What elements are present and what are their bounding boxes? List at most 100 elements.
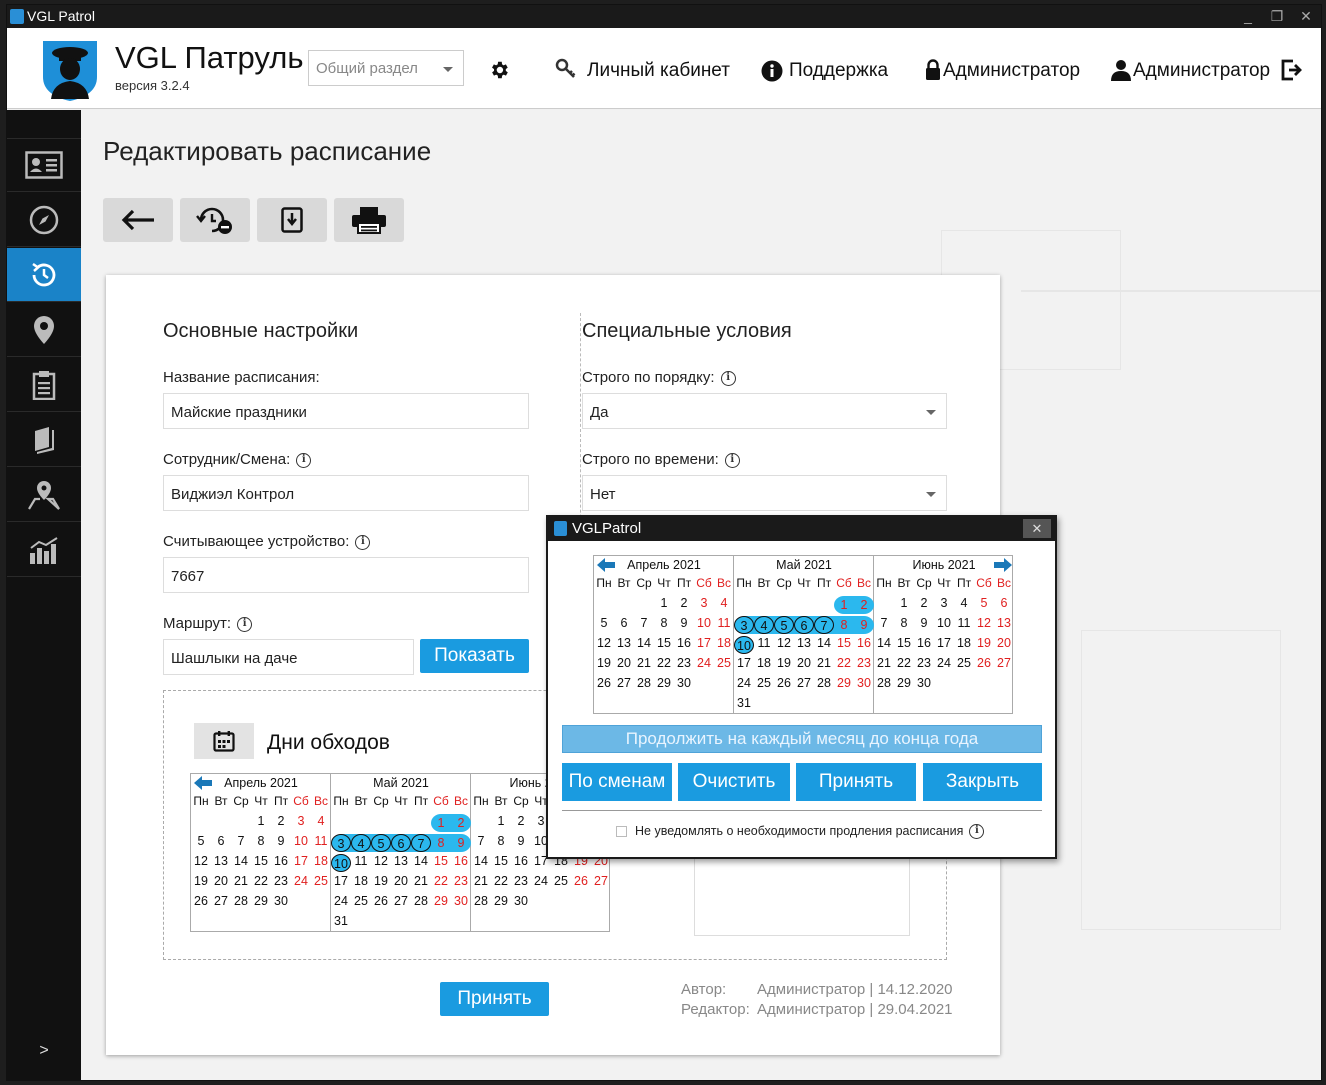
calendar-day[interactable]: 30 [511,894,531,908]
calendar-day[interactable]: 23 [511,874,531,888]
calendar-day[interactable]: 2 [854,596,874,614]
calendar-day[interactable]: 22 [834,656,854,670]
calendar-day[interactable]: 19 [974,636,994,650]
calendar-day[interactable]: 26 [974,656,994,670]
calendar-day[interactable]: 20 [794,656,814,670]
calendar-day[interactable]: 3 [734,616,754,634]
calendar-day[interactable]: 20 [391,874,411,888]
calendar-day[interactable]: 16 [914,636,934,650]
calendar-day[interactable]: 1 [894,596,914,610]
show-route-button[interactable]: Показать [420,639,529,673]
print-button[interactable] [334,198,404,242]
accept-button[interactable]: Принять [440,982,549,1016]
calendar-day[interactable]: 26 [594,676,614,690]
calendar-day[interactable]: 15 [431,854,451,868]
calendar-day[interactable]: 29 [251,894,271,908]
calendar-day[interactable]: 28 [634,676,654,690]
gear-icon[interactable] [488,59,510,81]
calendar-day[interactable]: 16 [854,636,874,650]
calendar-day[interactable]: 6 [211,834,231,848]
calendar-day[interactable]: 10 [934,616,954,630]
calendar-day[interactable]: 6 [614,616,634,630]
calendar-day[interactable]: 8 [431,834,451,852]
sidebar-item-reports[interactable] [7,358,81,412]
calendar-day[interactable]: 21 [634,656,654,670]
calendar-day[interactable]: 17 [331,874,351,888]
calendar-day[interactable]: 23 [854,656,874,670]
calendar-day[interactable]: 31 [734,696,754,710]
calendar-day[interactable]: 23 [271,874,291,888]
calendar-day[interactable]: 3 [291,814,311,828]
calendar-day[interactable]: 5 [594,616,614,630]
calendar-day[interactable]: 14 [814,636,834,650]
calendar-day[interactable]: 21 [814,656,834,670]
calendar-day[interactable]: 4 [714,596,734,610]
calendar-day[interactable]: 9 [674,616,694,630]
prev-month-arrow-icon[interactable] [194,776,212,795]
calendar-day[interactable]: 20 [211,874,231,888]
support-link[interactable]: Поддержка [789,60,888,82]
schedule-name-input[interactable]: Майские праздники [163,393,529,429]
dialog-close-button[interactable]: ✕ [1023,519,1051,538]
calendar-day[interactable]: 2 [451,814,471,832]
calendar-day[interactable]: 21 [231,874,251,888]
calendar-day[interactable]: 3 [694,596,714,610]
dialog-accept-button[interactable]: Принять [796,763,916,801]
calendar-day[interactable]: 15 [834,636,854,650]
calendar-day[interactable]: 11 [754,636,774,650]
logout-icon[interactable] [1281,59,1302,81]
calendar-day[interactable]: 21 [471,874,491,888]
calendar-day[interactable]: 29 [431,894,451,908]
sidebar-item-locations[interactable] [7,303,81,357]
calendar-day[interactable]: 24 [291,874,311,888]
calendar-day[interactable]: 4 [754,616,774,634]
calendar-day[interactable]: 6 [391,834,411,852]
calendar-day[interactable]: 7 [874,616,894,630]
calendar-day[interactable]: 19 [774,656,794,670]
sidebar-item-map[interactable] [7,468,81,522]
calendar-day[interactable]: 15 [491,854,511,868]
calendar-day[interactable]: 14 [411,854,431,868]
calendar-day[interactable]: 2 [914,596,934,610]
calendar-day[interactable]: 24 [331,894,351,908]
by-shifts-button[interactable]: По сменам [562,763,672,801]
calendar-day[interactable]: 5 [774,616,794,634]
calendar-day[interactable]: 5 [371,834,391,852]
calendar-day[interactable]: 25 [714,656,734,670]
calendar-day[interactable]: 14 [634,636,654,650]
calendar-day[interactable]: 30 [914,676,934,690]
next-month-arrow-icon[interactable] [994,558,1012,577]
calendar-day[interactable]: 15 [251,854,271,868]
calendar-day[interactable]: 7 [411,834,431,852]
info-icon[interactable]: i [724,452,740,468]
calendar-day[interactable]: 29 [491,894,511,908]
minimize-button[interactable]: _ [1235,7,1261,25]
calendar-day[interactable]: 22 [491,874,511,888]
admin-mode-link[interactable]: Администратор [943,60,1080,82]
calendar-day[interactable]: 9 [511,834,531,848]
calendar-day[interactable]: 22 [654,656,674,670]
calendar-day[interactable]: 9 [271,834,291,848]
sidebar-item-schedules[interactable] [7,248,81,302]
calendar-day[interactable]: 10 [734,636,754,654]
calendar-day[interactable]: 28 [874,676,894,690]
calendar-day[interactable]: 5 [974,596,994,610]
calendar-day[interactable]: 2 [674,596,694,610]
calendar-day[interactable]: 28 [411,894,431,908]
back-button[interactable] [103,198,173,242]
calendar-day[interactable]: 16 [511,854,531,868]
sidebar-item-statistics[interactable] [7,523,81,577]
calendar-day[interactable]: 2 [511,814,531,828]
calendar-day[interactable]: 3 [934,596,954,610]
calendar-day[interactable]: 10 [331,854,351,872]
calendar-day[interactable]: 10 [291,834,311,848]
calendar-day[interactable]: 11 [351,854,371,868]
calendar-day[interactable]: 25 [351,894,371,908]
sidebar-item-employees[interactable] [7,138,81,192]
calendar-day[interactable]: 7 [634,616,654,630]
reader-input[interactable]: 7667 [163,557,529,593]
calendar-day[interactable]: 8 [894,616,914,630]
personal-cabinet-link[interactable]: Личный кабинет [587,60,730,82]
calendar-day[interactable]: 30 [674,676,694,690]
calendar-day[interactable]: 1 [654,596,674,610]
